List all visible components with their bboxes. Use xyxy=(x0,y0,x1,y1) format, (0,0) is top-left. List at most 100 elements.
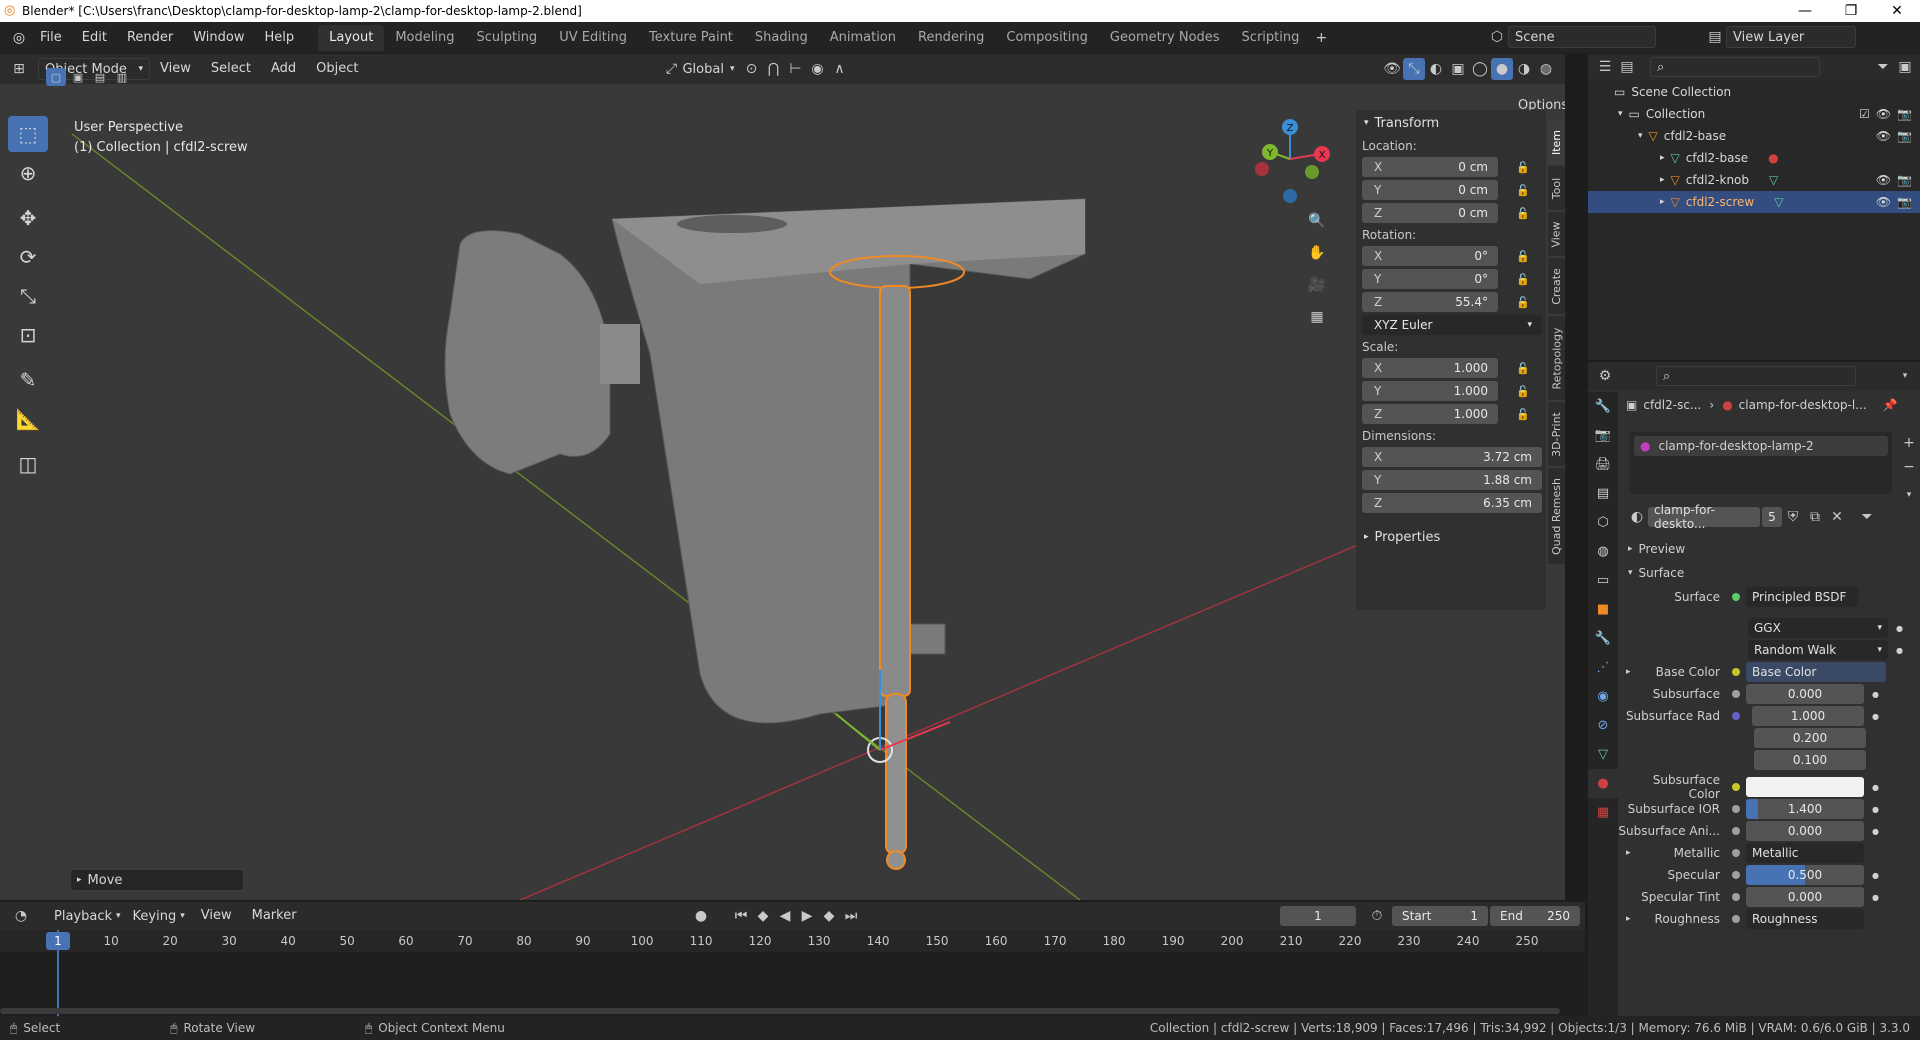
xray-icon[interactable]: ▣ xyxy=(1447,58,1469,80)
camera-render-icon[interactable]: 📷 xyxy=(1897,107,1912,121)
eye-icon[interactable]: 👁 xyxy=(1876,173,1891,187)
particles-tab-icon[interactable]: ⋰ xyxy=(1588,653,1618,682)
add-slot-icon[interactable]: + xyxy=(1898,432,1920,454)
end-frame-field[interactable]: End 250 xyxy=(1490,906,1580,926)
vp-menu-add[interactable]: Add xyxy=(261,57,306,81)
keyframe-dot-icon[interactable]: ● xyxy=(1872,871,1879,880)
tab-sculpting[interactable]: Sculpting xyxy=(465,25,548,51)
checkbox-icon[interactable]: ☑ xyxy=(1859,107,1870,121)
browse-material-icon[interactable]: ◐ xyxy=(1626,506,1648,528)
scale-z-field[interactable]: Z 1.000 xyxy=(1362,404,1498,424)
eye-icon[interactable]: 👁 xyxy=(1876,195,1891,209)
outliner-row-cfdl2-knob[interactable]: ▸ ▽ cfdl2-knob ▽ 👁 📷 xyxy=(1588,169,1920,191)
keyframe-dot-icon[interactable]: ● xyxy=(1872,783,1879,792)
location-x-field[interactable]: X 0 cm xyxy=(1362,157,1498,177)
falloff-icon[interactable]: ∧ xyxy=(829,58,851,80)
display-mode-icon[interactable]: ▤ xyxy=(1616,56,1638,78)
node-filter-icon[interactable]: ⏷ xyxy=(1856,506,1878,528)
collection-tab-icon[interactable]: ▭ xyxy=(1588,566,1618,595)
vp-menu-object[interactable]: Object xyxy=(306,57,368,81)
camera-icon[interactable]: 🎥 xyxy=(1306,274,1328,296)
prev-keyframe-icon[interactable]: ◆ xyxy=(752,905,774,927)
playback-menu[interactable]: Playback ▾ xyxy=(48,905,127,927)
scale-x-field[interactable]: X 1.000 xyxy=(1362,358,1498,378)
output-tab-icon[interactable]: 🖨 xyxy=(1588,450,1618,479)
tab-scripting[interactable]: Scripting xyxy=(1231,25,1311,51)
lock-icon[interactable]: 🔓 xyxy=(1512,184,1534,197)
timeline-ruler[interactable]: 1102030405060708090100110120130140150160… xyxy=(0,930,1585,952)
pivot-icon[interactable]: ⊙ xyxy=(741,58,763,80)
material-name-field[interactable]: clamp-for-deskto... xyxy=(1648,503,1760,531)
tab-3d-print[interactable]: 3D-Print xyxy=(1548,402,1565,466)
filter-icon[interactable]: ⏷ xyxy=(1872,56,1894,78)
camera-render-icon[interactable]: 📷 xyxy=(1897,129,1912,143)
tab-uv-editing[interactable]: UV Editing xyxy=(548,25,638,51)
roughness-field[interactable]: Roughness xyxy=(1746,909,1864,929)
keying-menu[interactable]: Keying ▾ xyxy=(127,905,191,927)
location-z-field[interactable]: Z 0 cm xyxy=(1362,203,1498,223)
specular-field[interactable]: 0.500 xyxy=(1746,865,1864,885)
add-cube-tool[interactable]: ◫ xyxy=(8,446,48,482)
navigation-gizmo[interactable]: Z X Y xyxy=(1240,114,1340,204)
keyframe-dot-icon[interactable]: ● xyxy=(1872,827,1879,836)
chevron-right-icon[interactable]: ▸ xyxy=(1618,848,1638,858)
clock-icon[interactable]: ⏱ xyxy=(1366,905,1388,927)
rendered-shading-icon[interactable]: ◍ xyxy=(1535,58,1557,80)
outliner-row-scene-collection[interactable]: ▭ Scene Collection xyxy=(1588,81,1920,103)
world-tab-icon[interactable]: ◍ xyxy=(1588,537,1618,566)
tool-tab-icon[interactable]: 🔧 xyxy=(1588,392,1618,421)
proportional-edit-icon[interactable]: ◉ xyxy=(807,58,829,80)
jump-end-icon[interactable]: ⏭ xyxy=(840,905,862,927)
location-y-field[interactable]: Y 0 cm xyxy=(1362,180,1498,200)
constraints-tab-icon[interactable]: ⊘ xyxy=(1588,711,1618,740)
tab-item[interactable]: Item xyxy=(1548,120,1565,164)
subsurface-method-dropdown[interactable]: Random Walk ▾ xyxy=(1748,640,1888,660)
outliner-search-input[interactable]: ⌕ xyxy=(1650,57,1820,77)
tab-texture-paint[interactable]: Texture Paint xyxy=(638,25,744,51)
eye-icon[interactable]: 👁 xyxy=(1876,129,1891,143)
render-tab-icon[interactable]: 📷 xyxy=(1588,421,1618,450)
properties-search-input[interactable]: ⌕ xyxy=(1656,366,1856,386)
physics-tab-icon[interactable]: ◉ xyxy=(1588,682,1618,711)
subsurface-rad-z[interactable]: 0.100 xyxy=(1754,750,1866,770)
tab-geometry-nodes[interactable]: Geometry Nodes xyxy=(1099,25,1231,51)
tab-rendering[interactable]: Rendering xyxy=(907,25,995,51)
measure-tool[interactable]: 📐 xyxy=(8,401,48,437)
material-tab-icon[interactable]: ● xyxy=(1588,769,1618,798)
rotation-y-field[interactable]: Y 0° xyxy=(1362,269,1498,289)
surface-shader-field[interactable]: Principled BSDF xyxy=(1746,587,1858,607)
pin-icon[interactable]: 📌 xyxy=(1883,398,1898,412)
view-layer-field[interactable]: View Layer xyxy=(1726,26,1856,48)
material-slot-list[interactable]: ● clamp-for-desktop-lamp-2 xyxy=(1630,432,1892,494)
texture-tab-icon[interactable]: ▦ xyxy=(1588,798,1618,827)
new-collection-icon[interactable]: ▣ xyxy=(1894,56,1916,78)
menu-window[interactable]: Window xyxy=(183,26,254,50)
move-tool[interactable]: ✥ xyxy=(8,200,48,236)
record-icon[interactable]: ● xyxy=(690,905,712,927)
start-frame-field[interactable]: Start 1 xyxy=(1392,906,1488,926)
close-button[interactable]: ✕ xyxy=(1874,0,1920,22)
modifier-tab-icon[interactable]: 🔧 xyxy=(1588,624,1618,653)
chevron-right-icon[interactable]: ▸ xyxy=(1618,914,1638,924)
play-icon[interactable]: ▶ xyxy=(796,905,818,927)
view-layer-tab-icon[interactable]: ▤ xyxy=(1588,479,1618,508)
blender-menu-icon[interactable]: ◎ xyxy=(8,27,30,49)
keyframe-dot-icon[interactable]: ● xyxy=(1872,712,1879,721)
keyframe-dot-icon[interactable]: ● xyxy=(1872,690,1879,699)
tab-shading[interactable]: Shading xyxy=(744,25,819,51)
metallic-field[interactable]: Metallic xyxy=(1746,843,1864,863)
last-operator-panel[interactable]: ▸ Move xyxy=(70,869,244,891)
menu-help[interactable]: Help xyxy=(255,26,305,50)
chevron-down-icon[interactable]: ▾ xyxy=(1898,484,1920,506)
subsurface-ani-field[interactable]: 0.000 xyxy=(1746,821,1864,841)
data-tab-icon[interactable]: ▽ xyxy=(1588,740,1618,769)
select-new-icon[interactable]: ▢ xyxy=(46,68,66,86)
keyframe-dot-icon[interactable]: ● xyxy=(1872,893,1879,902)
chevron-right-icon[interactable]: ▸ xyxy=(1618,667,1638,677)
unlink-icon[interactable]: ✕ xyxy=(1826,506,1848,528)
specular-tint-field[interactable]: 0.000 xyxy=(1746,887,1864,907)
dimension-y-field[interactable]: Y 1.88 cm xyxy=(1362,470,1542,490)
timeline-marker-menu[interactable]: Marker xyxy=(242,904,307,928)
scene-tab-icon[interactable]: ⬡ xyxy=(1588,508,1618,537)
tab-quad-remesh[interactable]: Quad Remesh xyxy=(1548,468,1565,564)
